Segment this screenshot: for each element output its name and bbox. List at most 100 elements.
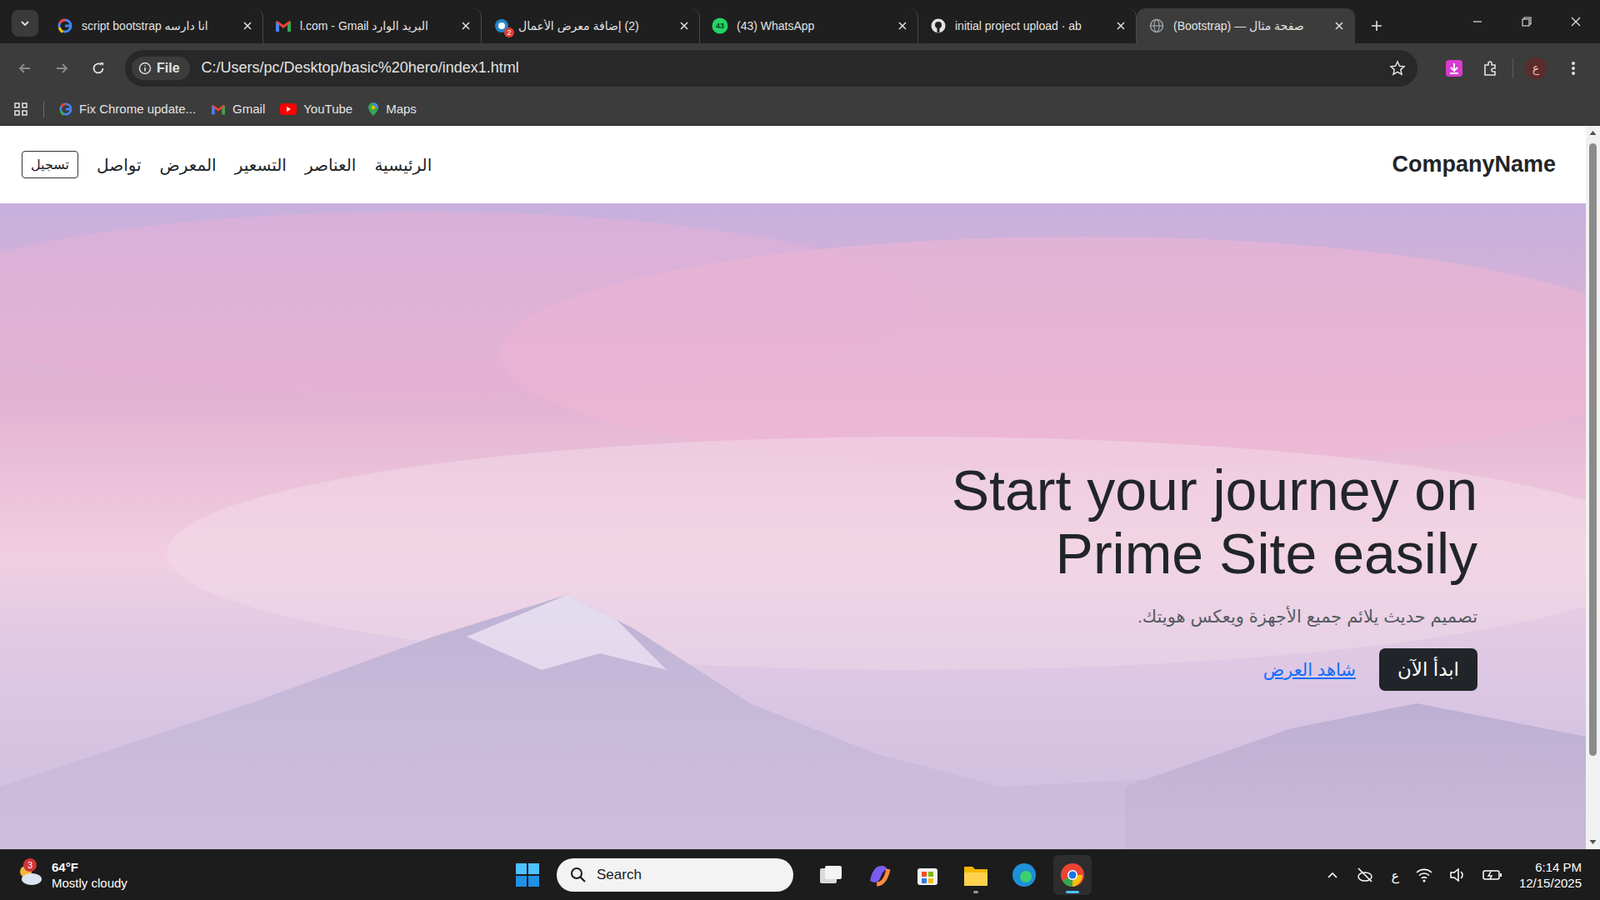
reload-button[interactable]: [83, 53, 114, 84]
register-button[interactable]: تسجيل: [21, 150, 79, 179]
tab-favicon: 43: [711, 17, 729, 35]
bookmark-item[interactable]: Fix Chrome update...: [59, 101, 196, 116]
tab-title: (43) WhatsApp: [736, 19, 890, 33]
taskbar-app[interactable]: [908, 855, 947, 895]
url-text[interactable]: C:/Users/pc/Desktop/basic%20hero/index1.…: [201, 59, 1378, 77]
close-icon[interactable]: [897, 20, 908, 31]
minimize-button[interactable]: [1452, 0, 1502, 44]
volume-icon[interactable]: [1449, 867, 1466, 883]
brand-logo[interactable]: CompanyName: [1391, 151, 1556, 178]
tab-favicon: [1148, 17, 1165, 35]
tab-favicon: [56, 17, 74, 35]
bookmark-label: Fix Chrome update...: [79, 101, 196, 116]
close-window-button[interactable]: [1550, 0, 1600, 44]
scroll-up-icon[interactable]: [1585, 125, 1600, 140]
taskbar-app[interactable]: [860, 855, 899, 895]
start-button[interactable]: [508, 855, 547, 895]
tab-title: initial project upload · ab: [955, 19, 1108, 33]
taskbar-app[interactable]: [811, 855, 850, 895]
browser-tab[interactable]: انا دارسه script bootstrap: [45, 8, 264, 44]
toolbar-separator: [1512, 58, 1514, 79]
forward-button[interactable]: [46, 53, 77, 84]
browser-tab[interactable]: 43 (43) WhatsApp: [700, 8, 919, 44]
close-icon[interactable]: [679, 20, 690, 31]
scroll-down-icon[interactable]: [1585, 835, 1600, 850]
github-icon: [930, 18, 946, 34]
taskbar-app[interactable]: [1005, 855, 1044, 895]
search-placeholder: Search: [596, 866, 642, 884]
task-view-icon: [819, 865, 843, 885]
browser-tab[interactable]: initial project upload · ab: [918, 8, 1137, 44]
edge-icon: [1011, 862, 1037, 888]
weather-widget[interactable]: 3 64°FMostly cloudy: [16, 859, 128, 891]
browser-tab[interactable]: البريد الوارد l.com - Gmail: [263, 8, 482, 44]
bookmark-item[interactable]: Maps: [367, 101, 417, 117]
downloader-extension-button[interactable]: [1439, 53, 1470, 84]
bookmark-label: Gmail: [232, 101, 265, 116]
tab-badge: 2: [504, 27, 515, 38]
extensions-button[interactable]: [1475, 53, 1506, 84]
nav-link[interactable]: التسعير: [235, 155, 287, 175]
taskbar-left: 3 64°FMostly cloudy: [0, 859, 509, 891]
gmail-icon: [275, 19, 292, 33]
chevron-up-icon[interactable]: [1325, 868, 1340, 882]
menu-button[interactable]: [1558, 53, 1589, 84]
browser-tab[interactable]: صفحة مثال — (Bootstrap): [1136, 8, 1355, 44]
site-info-chip[interactable]: File: [131, 56, 190, 80]
taskbar: 3 64°FMostly cloudy Search ع 6:14 PM12/15/20…: [0, 849, 1600, 900]
bookmark-item[interactable]: YouTube: [280, 101, 353, 116]
bookmark-star-icon[interactable]: [1389, 60, 1406, 77]
taskbar-search[interactable]: Search: [556, 858, 794, 892]
tab-search-button[interactable]: [11, 10, 39, 37]
input-language[interactable]: ع: [1390, 867, 1400, 884]
back-arrow-icon: [17, 60, 33, 76]
weather-temp: 64°F: [51, 859, 128, 875]
apps-grid-icon[interactable]: [13, 101, 29, 117]
tab-title: انا دارسه script bootstrap: [81, 19, 235, 33]
google-icon: [59, 102, 73, 116]
weather-text: 64°FMostly cloudy: [51, 859, 128, 891]
plus-icon: [1370, 19, 1384, 33]
clock-date: 12/15/2025: [1519, 875, 1582, 891]
browser-tab[interactable]: 2(2) إضافة معرض الأعمال: [481, 8, 700, 44]
watch-demo-link[interactable]: شاهد العرض: [1263, 660, 1356, 680]
tab-title: (2) إضافة معرض الأعمال: [518, 19, 671, 33]
taskbar-app[interactable]: [956, 855, 995, 895]
battery-icon[interactable]: [1482, 868, 1503, 882]
minimize-icon: [1472, 16, 1483, 27]
address-bar[interactable]: File C:/Users/pc/Desktop/basic%20hero/ind…: [125, 50, 1418, 87]
bookmark-item[interactable]: Gmail: [210, 101, 265, 116]
bookmarks-bar: Fix Chrome update... Gmail YouTube Maps: [0, 92, 1600, 126]
clock[interactable]: 6:14 PM12/15/2025: [1519, 859, 1582, 891]
chrome-icon: [1060, 862, 1085, 888]
new-tab-button[interactable]: [1363, 12, 1390, 40]
nav-link[interactable]: الرئيسية: [374, 155, 432, 175]
scrollbar-track: [1585, 140, 1600, 835]
page-scrollbar[interactable]: [1585, 125, 1600, 850]
hero-title: Start your journey on Prime Site easily: [827, 458, 1478, 585]
nav-link[interactable]: المعرض: [160, 155, 217, 175]
gmail-icon: [210, 103, 226, 115]
wifi-icon[interactable]: [1415, 867, 1433, 883]
start-now-button[interactable]: ابدأ الآن: [1379, 648, 1478, 691]
close-icon[interactable]: [242, 20, 253, 31]
nav-links: الرئيسية العناصر التسعير المعرض تواصل تسجيل: [21, 150, 432, 179]
close-icon[interactable]: [1334, 20, 1345, 31]
nav-link[interactable]: العناصر: [305, 155, 356, 175]
site-navbar: CompanyName الرئيسية العناصر التسعير المعرض ت…: [0, 125, 1586, 204]
weather-icon-wrap: 3: [16, 863, 44, 887]
restore-button[interactable]: [1501, 0, 1551, 44]
sync-off-icon[interactable]: [1355, 866, 1375, 884]
scrollbar-thumb[interactable]: [1589, 143, 1597, 756]
tab-title: البريد الوارد l.com - Gmail: [300, 19, 453, 33]
back-button[interactable]: [10, 53, 40, 84]
nav-link[interactable]: تواصل: [96, 155, 142, 175]
taskbar-app[interactable]: [1053, 855, 1092, 895]
bookmarks-separator: [43, 100, 45, 118]
close-icon[interactable]: [1115, 20, 1126, 31]
profile-avatar[interactable]: ع: [1525, 57, 1547, 80]
close-icon[interactable]: [460, 20, 471, 31]
reload-icon: [90, 60, 106, 76]
hero-subtitle: تصميم حديث يلائم جميع الأجهزة ويعكس هويت…: [1137, 606, 1478, 627]
tab-favicon: [930, 17, 947, 35]
